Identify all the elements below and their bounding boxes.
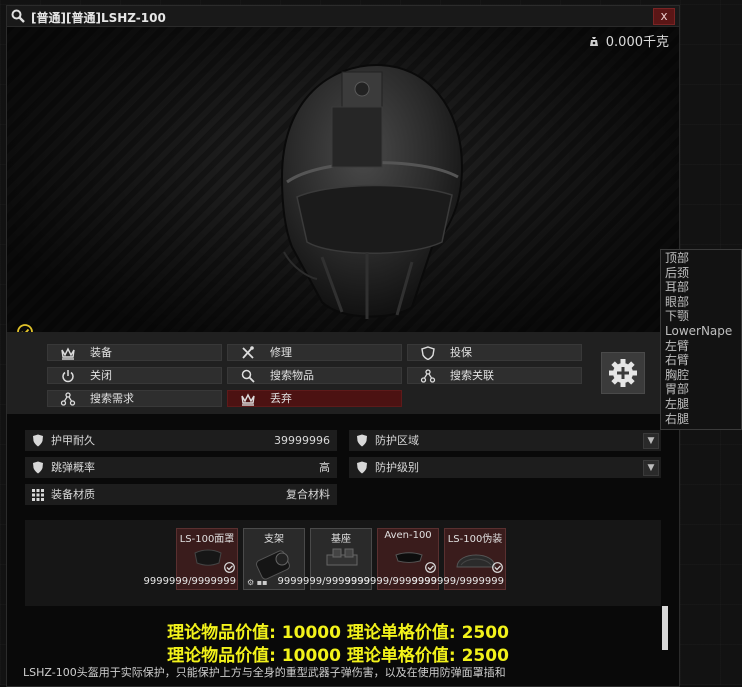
window-title: [普通][普通]LSHZ-100 bbox=[31, 11, 166, 25]
chevron-down-icon[interactable]: ▼ bbox=[643, 433, 659, 449]
chevron-down-icon[interactable]: ▼ bbox=[643, 460, 659, 476]
protect-area-label: 防护区域 bbox=[375, 434, 419, 447]
face-shield-icon bbox=[194, 549, 222, 566]
slot-durability: 9999999/9999999 bbox=[143, 576, 236, 587]
material-row: 装备材质 复合材料 bbox=[25, 484, 337, 505]
search-item-button[interactable]: 搜索物品 bbox=[227, 367, 402, 384]
body-zone-item[interactable]: 下颚 bbox=[665, 309, 741, 324]
item-preview[interactable] bbox=[7, 27, 679, 340]
body-zone-item[interactable]: 胃部 bbox=[665, 382, 741, 397]
repair-tools-icon bbox=[242, 346, 254, 359]
properties-panel: 护甲耐久 39999996 跳弹概率 高 装备材质 复合材料 防护区域 ▼ 防护… bbox=[7, 414, 679, 686]
body-zone-item[interactable]: 眼部 bbox=[665, 295, 741, 310]
equip-icon bbox=[61, 347, 75, 360]
protect-class-label: 防护级别 bbox=[375, 461, 419, 474]
item-inspect-window: [普通][普通]LSHZ-100 x 0.000千克 装备 修理 投保 关闭 搜… bbox=[6, 5, 680, 687]
mod-slots-panel: LS-100面罩 9999999/9999999 支架 ⚙ ▪▪ 基座 9999… bbox=[25, 520, 661, 606]
body-zone-item[interactable]: 左臂 bbox=[665, 339, 741, 354]
power-icon bbox=[62, 370, 74, 383]
body-zone-item[interactable]: 后颈 bbox=[665, 266, 741, 281]
helmet-image bbox=[280, 63, 464, 319]
magnifier-icon bbox=[11, 9, 25, 23]
shield-icon bbox=[357, 461, 367, 474]
close-action-button[interactable]: 关闭 bbox=[47, 367, 222, 384]
modding-gear-button[interactable] bbox=[601, 352, 645, 394]
check-circle-icon bbox=[224, 562, 235, 573]
shield-icon bbox=[33, 461, 43, 474]
slot-name: LS-100面罩 bbox=[179, 534, 235, 545]
weight-value: 0.000千克 bbox=[605, 35, 669, 50]
link-nodes-icon bbox=[60, 392, 76, 406]
slot-camo[interactable]: LS-100伪装 9999999/9999999 bbox=[412, 528, 506, 590]
check-circle-icon bbox=[425, 562, 436, 573]
body-zone-item[interactable]: 顶部 bbox=[665, 251, 741, 266]
check-circle-icon bbox=[492, 562, 503, 573]
shield-icon bbox=[33, 434, 43, 447]
armor-durability-row: 护甲耐久 39999996 bbox=[25, 430, 337, 451]
equip-label: 装备 bbox=[90, 346, 112, 359]
search-needs-button[interactable]: 搜索需求 bbox=[47, 390, 222, 407]
slot-name: 基座 bbox=[331, 534, 351, 545]
discard-crown-icon bbox=[241, 393, 255, 406]
equip-button[interactable]: 装备 bbox=[47, 344, 222, 361]
item-weight: 0.000千克 bbox=[588, 31, 669, 50]
slot-name: Aven-100 bbox=[384, 530, 432, 541]
search-related-button[interactable]: 搜索关联 bbox=[407, 367, 582, 384]
armor-durability-label: 护甲耐久 bbox=[51, 434, 95, 447]
search-item-label: 搜索物品 bbox=[270, 369, 314, 382]
weight-bag-icon bbox=[589, 37, 598, 46]
repair-button[interactable]: 修理 bbox=[227, 344, 402, 361]
price-line-1: 理论物品价值: 10000 理论单格价值: 2500 bbox=[167, 623, 509, 643]
grid-icon bbox=[32, 489, 44, 501]
discard-label: 丢弃 bbox=[270, 392, 292, 405]
body-zone-item[interactable]: 右臂 bbox=[665, 353, 741, 368]
material-value: 复合材料 bbox=[286, 488, 330, 501]
repair-label: 修理 bbox=[270, 346, 292, 359]
body-zone-item[interactable]: 胸腔 bbox=[665, 368, 741, 383]
protect-class-row[interactable]: 防护级别 ▼ bbox=[349, 457, 661, 478]
base-mount-icon bbox=[326, 548, 358, 566]
shield-icon bbox=[421, 346, 435, 360]
settings-dots-icon: ⚙ ▪▪ bbox=[247, 578, 268, 587]
slot-durability: 9999999/9999999 bbox=[411, 576, 504, 587]
ricochet-value: 高 bbox=[319, 461, 330, 474]
action-panel: 装备 修理 投保 关闭 搜索物品 搜索关联 搜索需求 丢弃 bbox=[7, 332, 679, 414]
body-zone-item[interactable]: 右腿 bbox=[665, 412, 741, 427]
link-nodes-icon bbox=[420, 369, 436, 383]
body-zone-item[interactable]: 左腿 bbox=[665, 397, 741, 412]
armor-durability-value: 39999996 bbox=[274, 434, 330, 447]
gear-plus-icon bbox=[609, 359, 637, 387]
window-titlebar[interactable]: [普通][普通]LSHZ-100 x bbox=[7, 6, 679, 27]
aven-visor-icon bbox=[395, 552, 423, 563]
material-label: 装备材质 bbox=[51, 488, 95, 501]
close-button[interactable]: x bbox=[653, 8, 675, 25]
body-zone-item[interactable]: LowerNape bbox=[665, 324, 741, 339]
price-line-2: 理论物品价值: 10000 理论单格价值: 2500 bbox=[167, 646, 509, 666]
insure-button[interactable]: 投保 bbox=[407, 344, 582, 361]
body-zone-item[interactable]: 耳部 bbox=[665, 280, 741, 295]
discard-button[interactable]: 丢弃 bbox=[227, 390, 402, 407]
item-description: LSHZ-100头盔用于实际保护，只能保护上方与全身的重型武器子弹伤害，以及在使… bbox=[23, 666, 506, 679]
slot-name: 支架 bbox=[264, 534, 284, 545]
body-zone-list: 顶部 后颈 耳部 眼部 下颚 LowerNape 左臂 右臂 胸腔 胃部 左腿 … bbox=[660, 249, 742, 430]
search-related-label: 搜索关联 bbox=[450, 369, 494, 382]
slot-name: LS-100伪装 bbox=[447, 534, 503, 545]
close-action-label: 关闭 bbox=[90, 369, 112, 382]
shield-icon bbox=[357, 434, 367, 447]
ricochet-row: 跳弹概率 高 bbox=[25, 457, 337, 478]
ricochet-label: 跳弹概率 bbox=[51, 461, 95, 474]
search-needs-label: 搜索需求 bbox=[90, 392, 134, 405]
protect-area-row[interactable]: 防护区域 ▼ bbox=[349, 430, 661, 451]
magnifier-icon bbox=[241, 369, 255, 383]
slot-face-shield[interactable]: LS-100面罩 9999999/9999999 bbox=[144, 528, 238, 590]
insure-label: 投保 bbox=[450, 346, 472, 359]
scrollbar-thumb[interactable] bbox=[662, 606, 668, 650]
